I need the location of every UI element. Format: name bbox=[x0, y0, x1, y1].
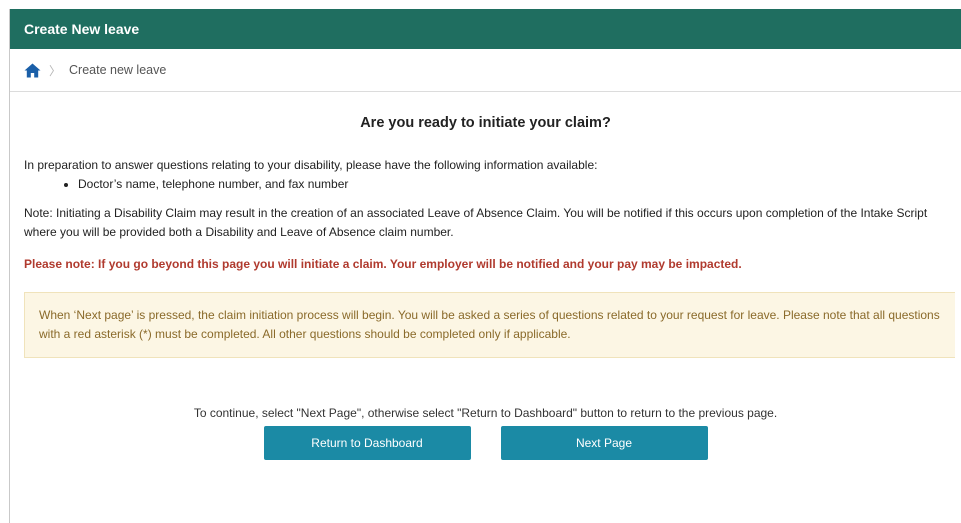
breadcrumb-separator: 〉 bbox=[49, 63, 62, 78]
return-to-dashboard-button[interactable]: Return to Dashboard bbox=[263, 426, 471, 460]
action-buttons: Return to Dashboard Next Page bbox=[10, 426, 961, 460]
create-leave-panel: Create New leave 〉 Create new leave Are … bbox=[9, 9, 961, 523]
info-alert-box: When ‘Next page’ is pressed, the claim i… bbox=[24, 292, 955, 358]
page-header: Create New leave bbox=[10, 9, 961, 49]
warning-text: Please note: If you go beyond this page … bbox=[24, 257, 742, 271]
breadcrumb: 〉 Create new leave bbox=[10, 49, 961, 92]
claim-content: In preparation to answer questions relat… bbox=[10, 156, 961, 358]
breadcrumb-current: Create new leave bbox=[69, 63, 167, 77]
list-item: Doctor’s name, telephone number, and fax… bbox=[78, 175, 955, 194]
required-info-list: Doctor’s name, telephone number, and fax… bbox=[24, 175, 955, 194]
page-title: Create New leave bbox=[24, 21, 140, 37]
claim-heading: Are you ready to initiate your claim? bbox=[360, 115, 611, 131]
intro-text: In preparation to answer questions relat… bbox=[24, 158, 598, 172]
note-text: Note: Initiating a Disability Claim may … bbox=[24, 206, 928, 239]
continue-instructions: To continue, select "Next Page", otherwi… bbox=[193, 406, 778, 420]
home-icon[interactable] bbox=[24, 63, 41, 78]
next-page-button[interactable]: Next Page bbox=[500, 426, 708, 460]
